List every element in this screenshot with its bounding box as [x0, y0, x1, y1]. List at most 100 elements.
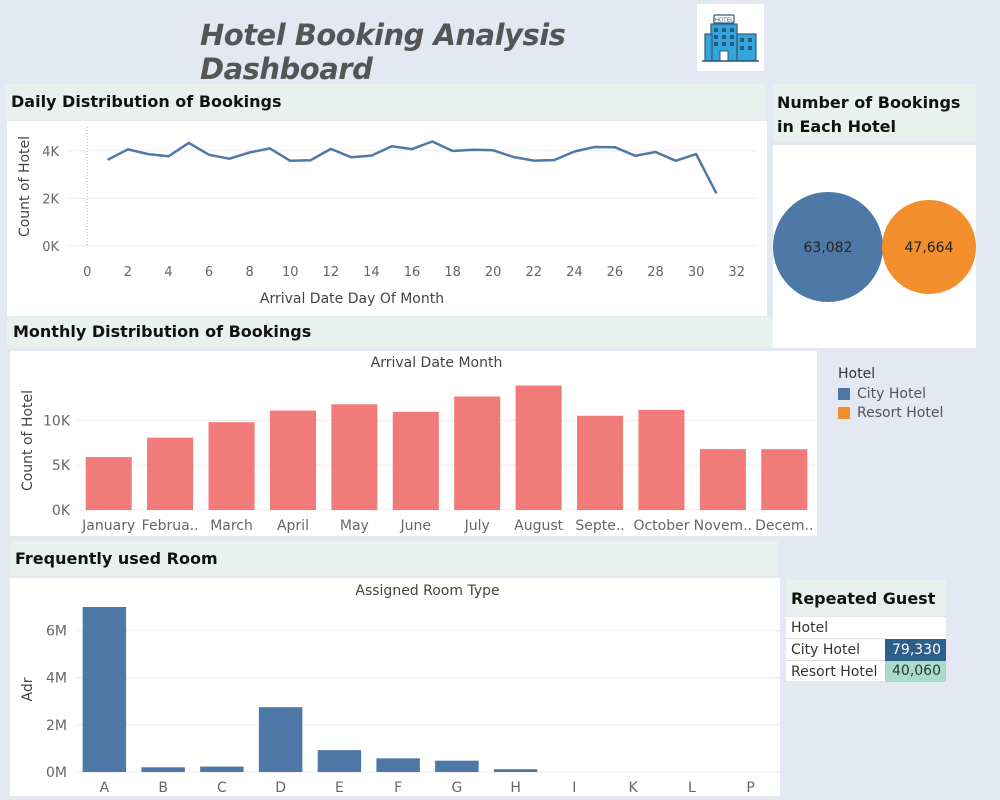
room-y-axis-label: Adr — [20, 677, 36, 701]
monthly-header: Monthly Distribution of Bookings — [7, 317, 773, 348]
daily-y-tick-label: 0K — [42, 240, 59, 255]
monthly-category-label: Novem.. — [694, 518, 752, 534]
monthly-bar — [208, 422, 255, 510]
room-bar — [141, 767, 185, 772]
room-category-label: C — [217, 780, 227, 796]
daily-x-tick-label: 22 — [525, 265, 542, 280]
monthly-bar-chart: Arrival Date Month 0K 5K 10K January Februa..… — [20, 355, 815, 534]
daily-header: Daily Distribution of Bookings — [5, 84, 765, 120]
monthly-bar — [392, 411, 439, 510]
hotels-header-line1: Number of Bookings — [777, 93, 961, 112]
hotels-header: Number of Bookings in Each Hotel — [773, 84, 976, 142]
daily-x-tick-label: 4 — [164, 265, 172, 280]
daily-x-tick-label: 24 — [566, 265, 583, 280]
monthly-chart-panel: Arrival Date Month 0K 5K 10K January Februa..… — [10, 351, 817, 536]
daily-x-tick-label: 10 — [282, 265, 299, 280]
repeated-row-label: City Hotel — [786, 638, 886, 661]
daily-x-tick-label: 16 — [404, 265, 421, 280]
room-bar — [376, 758, 420, 772]
daily-y-tick-label: 2K — [42, 192, 59, 207]
monthly-category-label: Februa.. — [142, 518, 199, 534]
daily-x-tick-label: 6 — [205, 265, 213, 280]
daily-x-tick-label: 26 — [607, 265, 624, 280]
room-category-label: I — [572, 780, 576, 796]
daily-x-axis-label: Arrival Date Day Of Month — [260, 291, 444, 307]
hotels-header-line2: in Each Hotel — [777, 117, 896, 136]
room-y-tick-label: 6M — [46, 624, 67, 640]
daily-x-tick-label: 32 — [728, 265, 745, 280]
monthly-category-label: July — [464, 518, 490, 534]
daily-x-tick-label: 8 — [246, 265, 254, 280]
legend-title: Hotel — [838, 366, 876, 382]
daily-x-tick-label: 18 — [444, 265, 461, 280]
monthly-category-label: Decem.. — [755, 518, 813, 534]
daily-x-tick-label: 20 — [485, 265, 502, 280]
legend-swatch-city-hotel — [838, 388, 850, 400]
monthly-bar — [85, 457, 132, 510]
repeated-guest-header: Repeated Guest — [786, 580, 946, 616]
legend-label-resort-hotel: Resort Hotel — [857, 405, 944, 421]
monthly-category-label: June — [400, 518, 432, 534]
table-row[interactable]: City Hotel 79,330 — [786, 638, 946, 661]
monthly-y-tick-label: 0K — [52, 503, 71, 519]
legend-swatch-resort-hotel — [838, 407, 850, 419]
daily-x-tick-label: 12 — [323, 265, 340, 280]
monthly-bar — [699, 449, 746, 510]
room-category-label: L — [688, 780, 696, 796]
daily-y-tick-label: 4K — [42, 145, 59, 160]
legend-label-city-hotel: City Hotel — [857, 386, 926, 402]
monthly-bar — [638, 409, 685, 510]
hotel-building-icon: HOTEL — [702, 14, 759, 62]
monthly-category-label: October — [633, 518, 689, 534]
daily-chart-panel: 0K 2K 4K 0 2 4 6 8 10 12 14 16 18 20 22 24 26 28 30 32 Arriv… — [7, 121, 767, 316]
room-y-tick-label: 0M — [46, 765, 67, 781]
room-bar — [82, 607, 127, 772]
repeated-row-value-resort: 40,060 — [885, 660, 946, 682]
daily-x-tick-label: 30 — [688, 265, 705, 280]
monthly-y-tick-label: 5K — [52, 458, 71, 474]
room-category-label: D — [275, 780, 286, 796]
monthly-chart-title: Arrival Date Month — [371, 355, 503, 371]
monthly-bar — [454, 396, 501, 510]
daily-series-line — [107, 140, 718, 194]
daily-x-tick-label: 14 — [363, 265, 380, 280]
monthly-category-label: March — [210, 518, 253, 534]
monthly-y-tick-label: 10K — [43, 413, 71, 429]
repeated-column-header: Hotel — [791, 619, 829, 636]
monthly-category-label: Septe.. — [575, 518, 624, 534]
hotel-sign-text: HOTEL — [715, 18, 734, 24]
hotels-bubble-panel: 63,082 47,664 — [773, 145, 976, 348]
daily-y-axis-label: Count of Hotel — [17, 136, 33, 237]
monthly-category-label: January — [81, 518, 135, 534]
monthly-y-axis-label: Count of Hotel — [20, 390, 36, 491]
room-y-tick-label: 2M — [46, 718, 67, 734]
room-chart-panel: Assigned Room Type 0M 2M 4M 6M A B C D E F G H I K L P Ad… — [10, 578, 780, 796]
monthly-category-label: May — [340, 518, 369, 534]
table-row[interactable]: Resort Hotel 40,060 — [786, 660, 946, 682]
room-chart-title: Assigned Room Type — [355, 583, 499, 599]
room-category-label: B — [158, 780, 168, 796]
room-category-label: F — [394, 780, 402, 796]
room-category-label: A — [100, 780, 110, 796]
monthly-bar — [147, 437, 194, 510]
daily-x-tick-label: 2 — [124, 265, 132, 280]
hotel-legend: Hotel City Hotel Resort Hotel — [838, 366, 978, 421]
room-y-tick-label: 4M — [46, 671, 67, 687]
city-hotel-count: 63,082 — [804, 240, 853, 256]
legend-item-resort-hotel[interactable]: Resort Hotel — [838, 405, 978, 421]
repeated-guest-table: Hotel City Hotel 79,330 Resort Hotel 40,… — [786, 617, 946, 682]
room-bar — [200, 766, 244, 772]
daily-line-chart: 0K2K4K0 2 4 6 8 10 12 14 16 18 20 22 24 26 28 30 32Arriv… — [17, 127, 757, 307]
monthly-bar — [515, 385, 562, 510]
legend-item-city-hotel[interactable]: City Hotel — [838, 386, 978, 402]
daily-x-tick-label: 0 — [83, 265, 91, 280]
dashboard-title: Hotel Booking Analysis Dashboard — [200, 18, 566, 86]
room-category-label: P — [746, 780, 754, 796]
repeated-row-label: Resort Hotel — [786, 660, 886, 682]
monthly-bar — [331, 404, 378, 510]
hotel-bubbles: 63,082 47,664 — [773, 192, 976, 302]
repeated-column-row: Hotel — [786, 617, 946, 639]
daily-x-tick-label: 28 — [647, 265, 664, 280]
room-bar — [317, 750, 362, 772]
monthly-category-label: April — [277, 518, 309, 534]
